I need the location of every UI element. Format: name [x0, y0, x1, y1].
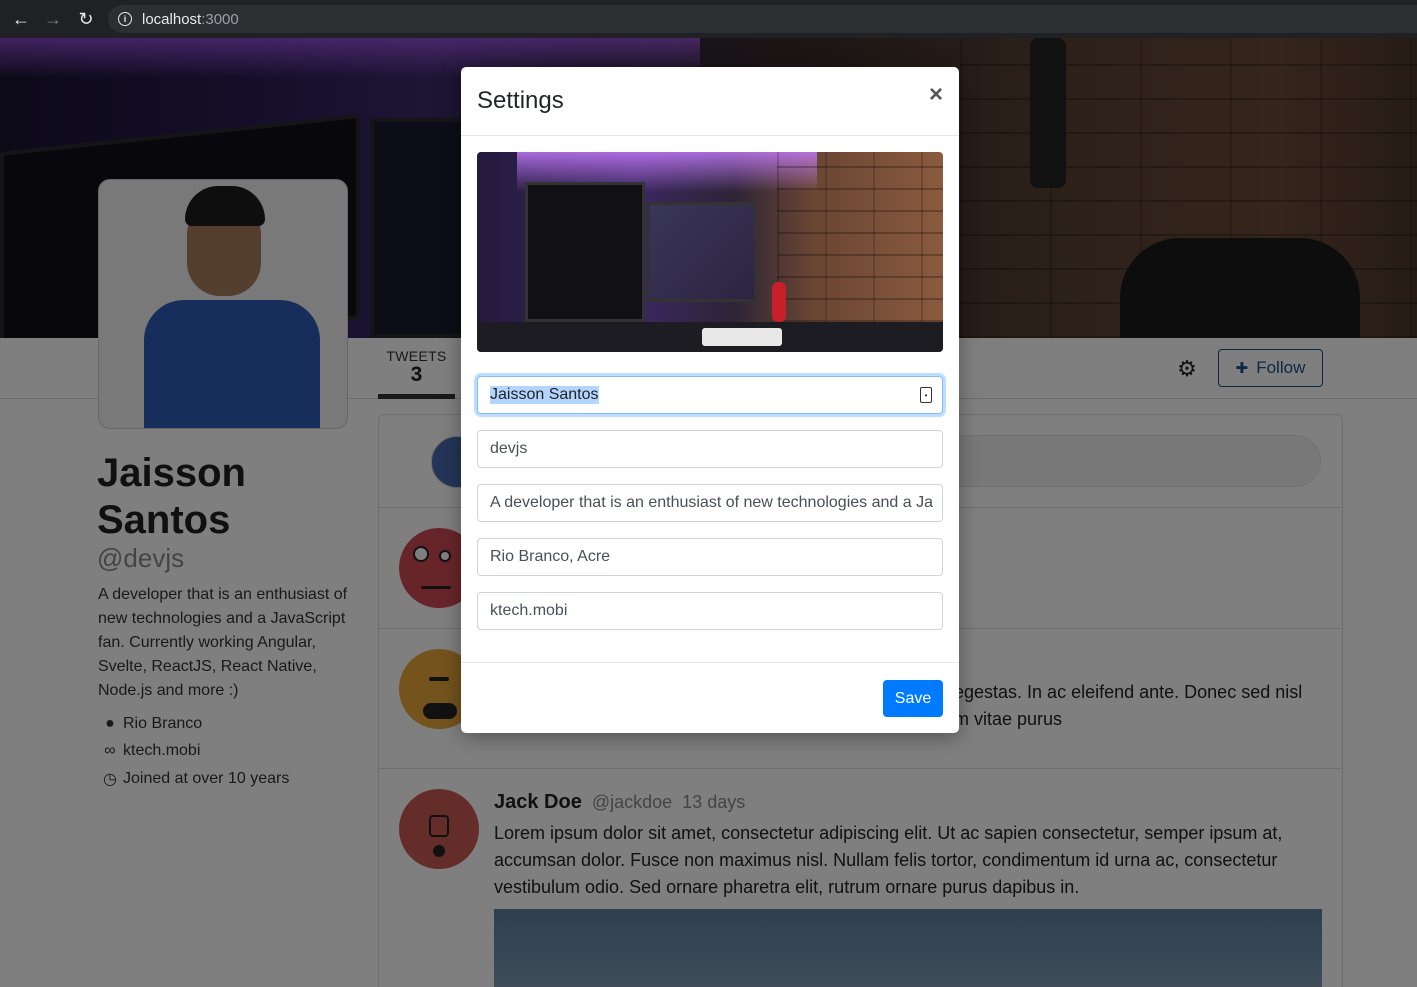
name-field-value: Jaisson Santos [490, 386, 599, 404]
username-field-value: devjs [490, 440, 528, 457]
reload-icon[interactable]: ↻ [74, 7, 98, 31]
modal-header: Settings × [461, 67, 959, 136]
close-icon[interactable]: × [925, 81, 947, 109]
bio-field[interactable]: A developer that is an enthusiast of new… [477, 484, 943, 522]
bio-field-value: A developer that is an enthusiast of new… [490, 494, 933, 511]
modal-footer: Save [461, 662, 959, 733]
url-port: :3000 [201, 10, 239, 28]
username-field[interactable]: devjs [477, 430, 943, 468]
info-icon[interactable]: i [118, 12, 132, 26]
website-field[interactable]: ktech.mobi [477, 592, 943, 630]
location-field-value: Rio Branco, Acre [490, 548, 611, 565]
browser-toolbar: ← → ↻ i localhost:3000 [0, 0, 1417, 38]
website-field-value: ktech.mobi [490, 602, 568, 619]
contact-card-icon[interactable]: • [920, 387, 932, 403]
forward-arrow-icon[interactable]: → [41, 7, 65, 31]
back-arrow-icon[interactable]: ← [9, 7, 33, 31]
url-host: localhost [142, 10, 202, 28]
location-field[interactable]: Rio Branco, Acre [477, 538, 943, 576]
name-field[interactable]: Jaisson Santos • [477, 376, 943, 414]
modal-title: Settings [477, 87, 564, 114]
cover-image-preview[interactable] [477, 152, 943, 352]
settings-modal: Settings × Jaisson Santos • devjs A deve… [461, 67, 959, 733]
save-button[interactable]: Save [883, 680, 943, 717]
address-bar[interactable]: i localhost:3000 [108, 5, 1417, 33]
